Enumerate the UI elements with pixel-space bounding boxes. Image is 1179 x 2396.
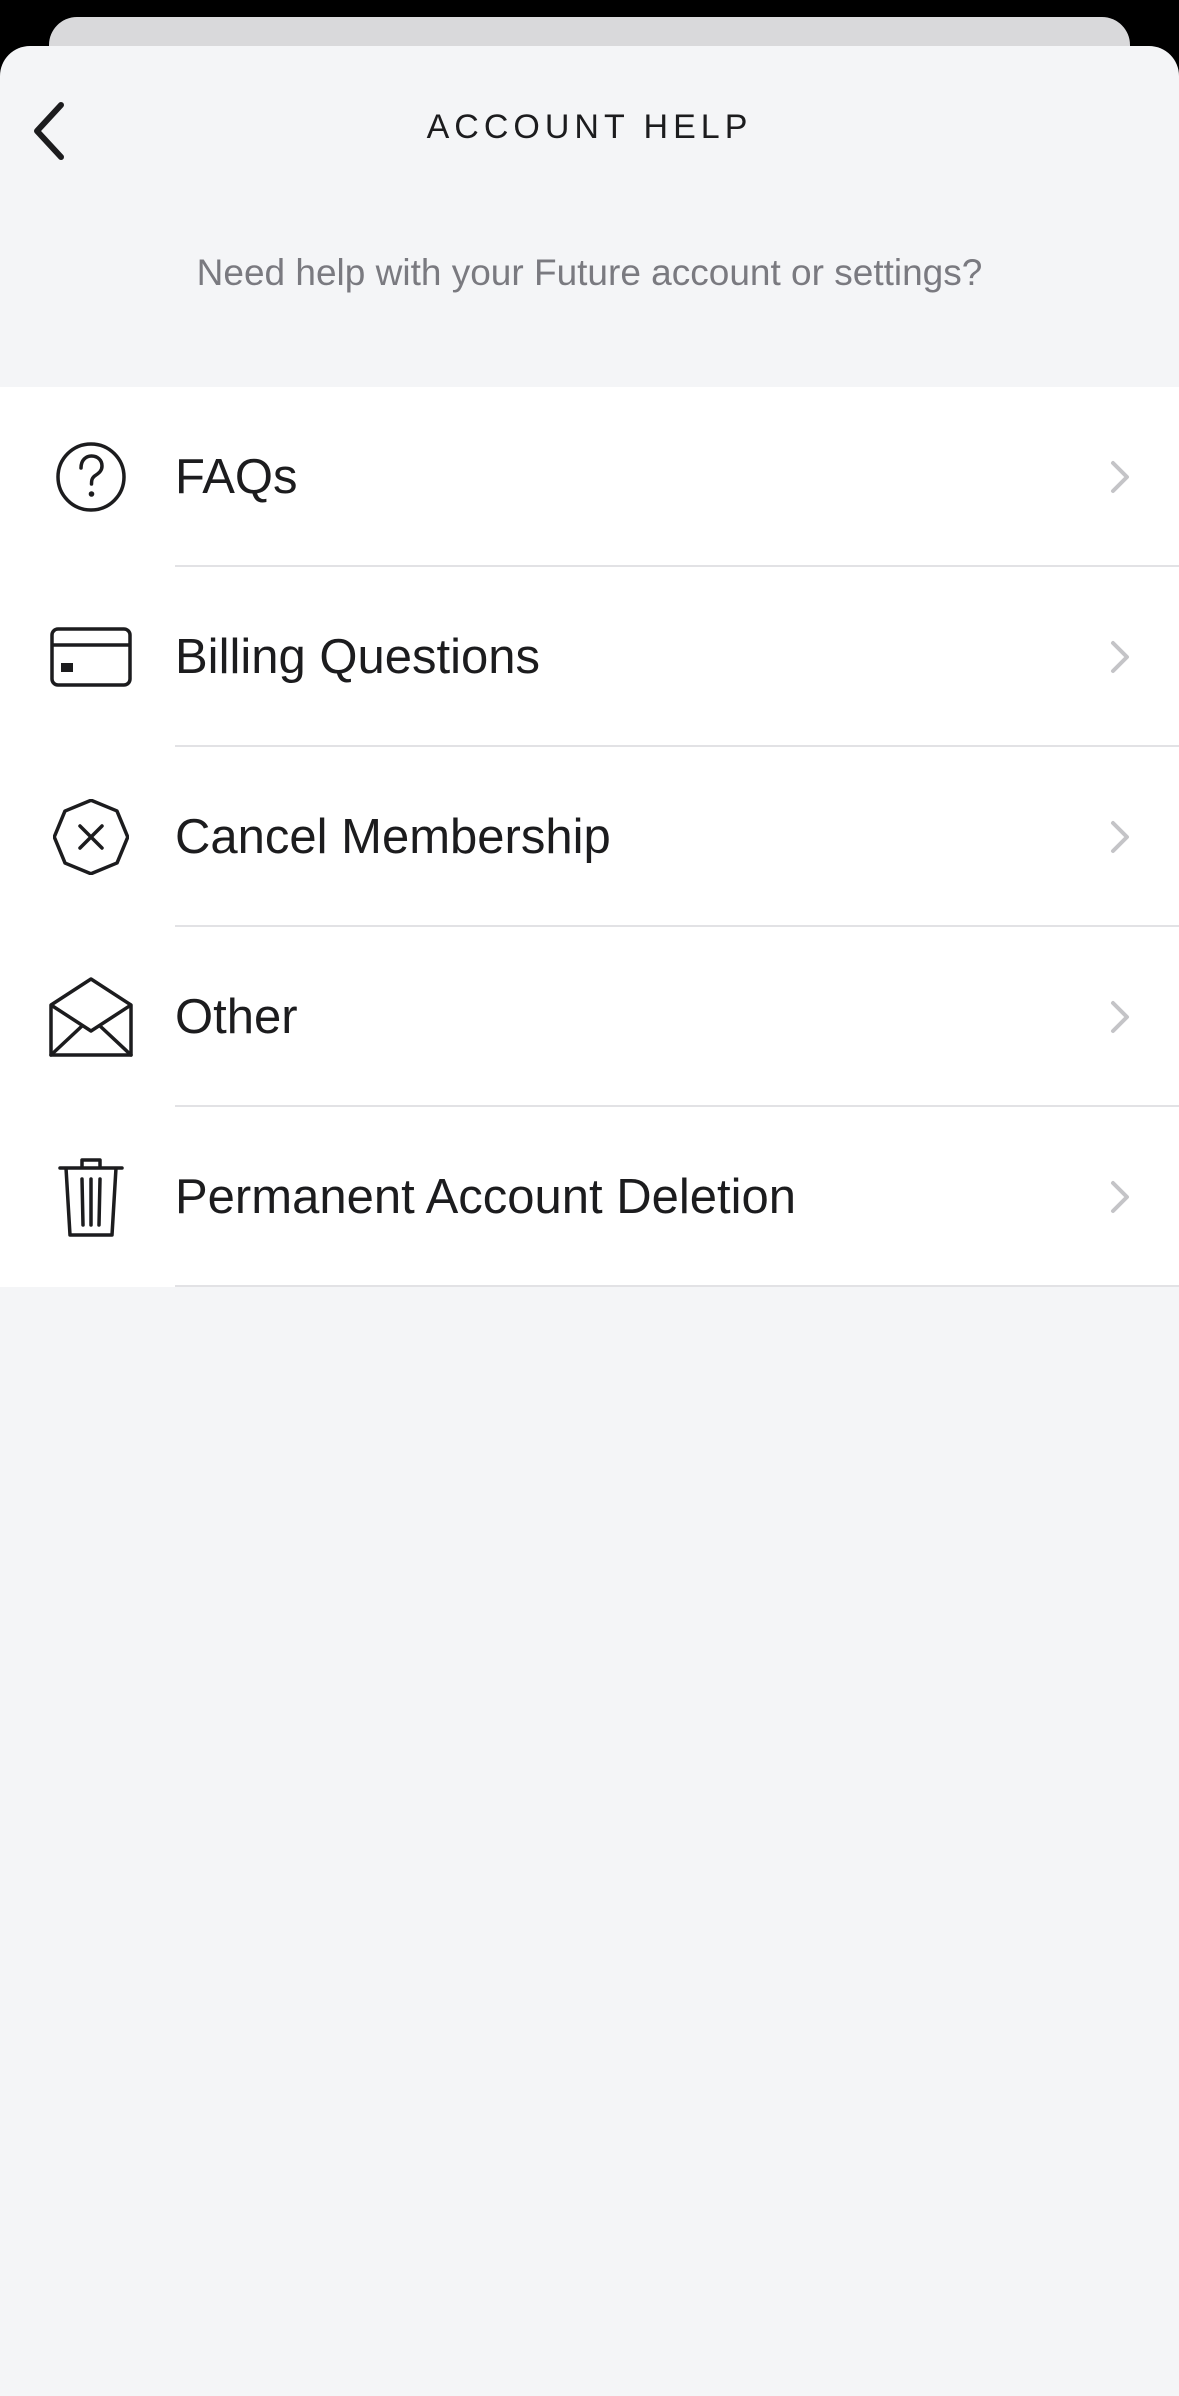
menu-item-other[interactable]: Other	[0, 927, 1179, 1107]
menu-item-label: Billing Questions	[175, 630, 540, 684]
page-subtitle: Need help with your Future account or se…	[196, 252, 983, 293]
page-title: ACCOUNT HELP	[426, 108, 753, 146]
menu-item-permanent-account-deletion[interactable]: Permanent Account Deletion	[0, 1107, 1179, 1287]
menu-item-label: FAQs	[175, 450, 298, 504]
cancel-octagon-icon	[47, 793, 135, 881]
credit-card-icon	[47, 613, 135, 701]
chevron-right-icon	[1111, 461, 1129, 493]
envelope-open-icon	[47, 973, 135, 1061]
row-divider	[175, 1285, 1179, 1287]
menu-item-label: Other	[175, 990, 298, 1044]
chevron-right-icon	[1111, 1001, 1129, 1033]
chevron-right-icon	[1111, 821, 1129, 853]
menu-item-label: Cancel Membership	[175, 810, 611, 864]
menu-item-label: Permanent Account Deletion	[175, 1170, 797, 1224]
help-menu-list: FAQs Billing Questions Cancel Membership…	[0, 387, 1179, 1287]
menu-item-billing-questions[interactable]: Billing Questions	[0, 567, 1179, 747]
account-help-sheet: ACCOUNT HELP Need help with your Future …	[0, 46, 1179, 2396]
menu-item-faqs[interactable]: FAQs	[0, 387, 1179, 567]
chevron-right-icon	[1111, 1181, 1129, 1213]
trash-icon	[47, 1153, 135, 1241]
question-circle-icon	[47, 433, 135, 521]
menu-item-cancel-membership[interactable]: Cancel Membership	[0, 747, 1179, 927]
chevron-right-icon	[1111, 641, 1129, 673]
